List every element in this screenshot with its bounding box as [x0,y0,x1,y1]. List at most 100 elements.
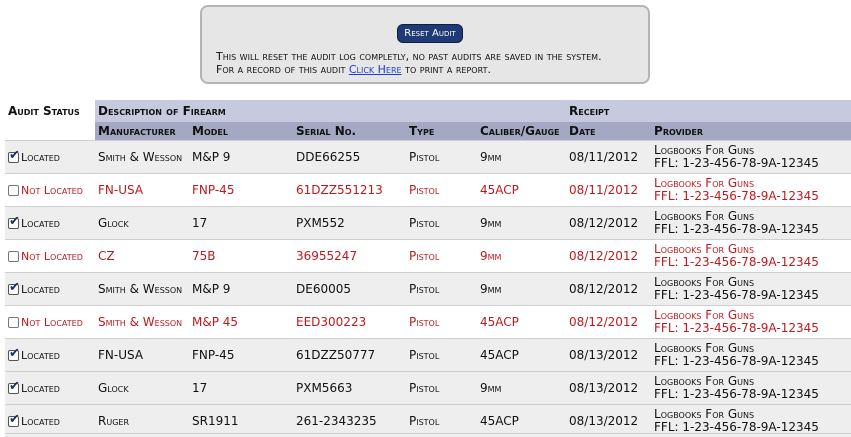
located-checkbox[interactable] [8,251,19,262]
manufacturer-cell: FN-USA [95,174,189,207]
provider-name: Logbooks For Guns [654,308,754,322]
serial-cell: EED300223 [293,306,406,339]
table-row: ✔Located Smith & Wesson M&P 9 DE60005 Pi… [5,273,851,306]
table-bottom-divider [5,433,851,434]
located-checkbox[interactable]: ✔ [8,284,19,295]
header-audit-status: Audit Status [5,100,95,141]
audit-status-cell: Not Located [5,306,95,339]
located-checkbox[interactable]: ✔ [8,350,19,361]
caliber-cell: 9mm [477,207,566,240]
type-cell: Pistol [406,273,477,306]
provider-name: Logbooks For Guns [654,176,754,190]
provider-cell: Logbooks For Guns FFL: 1-23-456-78-9A-12… [651,339,851,372]
table-row: Not Located CZ 75B 36955247 Pistol 9mm 0… [5,240,851,273]
model-cell: FNP-45 [189,174,293,207]
manufacturer-cell: Glock [95,207,189,240]
checkmark-icon: ✔ [9,149,20,162]
manufacturer-cell: Smith & Wesson [95,306,189,339]
model-cell: FNP-45 [189,339,293,372]
caliber-cell: 45ACP [477,174,566,207]
manufacturer-cell: Glock [95,372,189,405]
located-checkbox[interactable]: ✔ [8,383,19,394]
located-checkbox[interactable]: ✔ [8,218,19,229]
table-row: ✔Located Glock 17 PXM5663 Pistol 9mm 08/… [5,372,851,405]
audit-status-label: Located [21,349,60,362]
date-cell: 08/13/2012 [566,372,651,405]
model-cell: M&P 9 [189,273,293,306]
model-cell: 17 [189,207,293,240]
audit-rows: ✔Located Smith & Wesson M&P 9 DDE66255 P… [5,141,851,437]
serial-cell: 36955247 [293,240,406,273]
table-row: Not Located Smith & Wesson M&P 45 EED300… [5,306,851,339]
date-cell: 08/11/2012 [566,141,651,174]
audit-status-cell: ✔Located [5,141,95,174]
type-cell: Pistol [406,339,477,372]
located-checkbox[interactable]: ✔ [8,152,19,163]
audit-status-cell: Not Located [5,174,95,207]
checkmark-icon: ✔ [9,215,20,228]
provider-ffl: FFL: 1-23-456-78-9A-12345 [654,222,819,236]
header-row-columns: Manufacturer Model Serial No. Type Calib… [5,122,851,141]
print-report-link[interactable]: Click Here [349,63,402,76]
manufacturer-cell: Smith & Wesson [95,273,189,306]
provider-ffl: FFL: 1-23-456-78-9A-12345 [654,321,819,335]
header-provider: Provider [651,122,851,141]
manufacturer-cell: Smith & Wesson [95,141,189,174]
provider-cell: Logbooks For Guns FFL: 1-23-456-78-9A-12… [651,273,851,306]
model-cell: M&P 45 [189,306,293,339]
table-row: ✔Located Glock 17 PXM552 Pistol 9mm 08/1… [5,207,851,240]
header-serial: Serial No. [293,122,406,141]
model-cell: 75B [189,240,293,273]
checkmark-icon: ✔ [9,413,20,426]
manufacturer-cell: FN-USA [95,339,189,372]
table-row: Not Located FN-USA FNP-45 61DZZ551213 Pi… [5,174,851,207]
provider-name: Logbooks For Guns [654,143,754,157]
date-cell: 08/12/2012 [566,240,651,273]
date-cell: 08/13/2012 [566,339,651,372]
provider-cell: Logbooks For Guns FFL: 1-23-456-78-9A-12… [651,306,851,339]
type-cell: Pistol [406,240,477,273]
audit-status-label: Not Located [21,250,83,263]
manufacturer-cell: CZ [95,240,189,273]
provider-name: Logbooks For Guns [654,407,754,421]
caliber-cell: 9mm [477,372,566,405]
provider-cell: Logbooks For Guns FFL: 1-23-456-78-9A-12… [651,372,851,405]
audit-status-cell: ✔Located [5,207,95,240]
provider-ffl: FFL: 1-23-456-78-9A-12345 [654,288,819,302]
provider-cell: Logbooks For Guns FFL: 1-23-456-78-9A-12… [651,207,851,240]
type-cell: Pistol [406,306,477,339]
notice-line-1: This will reset the audit log completly,… [216,50,602,63]
caliber-cell: 9mm [477,240,566,273]
reset-audit-button[interactable]: Reset Audit [397,24,463,43]
header-date: Date [566,122,651,141]
provider-ffl: FFL: 1-23-456-78-9A-12345 [654,255,819,269]
provider-name: Logbooks For Guns [654,209,754,223]
audit-status-label: Not Located [21,316,83,329]
provider-cell: Logbooks For Guns FFL: 1-23-456-78-9A-12… [651,174,851,207]
type-cell: Pistol [406,372,477,405]
located-checkbox[interactable]: ✔ [8,416,19,427]
serial-cell: 61DZZ551213 [293,174,406,207]
provider-ffl: FFL: 1-23-456-78-9A-12345 [654,420,819,434]
serial-cell: DDE66255 [293,141,406,174]
audit-status-label: Located [21,283,60,296]
serial-cell: PXM5663 [293,372,406,405]
checkmark-icon: ✔ [9,380,20,393]
provider-cell: Logbooks For Guns FFL: 1-23-456-78-9A-12… [651,240,851,273]
provider-name: Logbooks For Guns [654,341,754,355]
date-cell: 08/12/2012 [566,306,651,339]
provider-ffl: FFL: 1-23-456-78-9A-12345 [654,156,819,170]
checkmark-icon: ✔ [9,281,20,294]
date-cell: 08/12/2012 [566,207,651,240]
notice-text: This will reset the audit log completly,… [216,50,646,76]
type-cell: Pistol [406,141,477,174]
located-checkbox[interactable] [8,185,19,196]
header-caliber: Caliber/Gauge [477,122,566,141]
provider-ffl: FFL: 1-23-456-78-9A-12345 [654,354,819,368]
header-receipt: Receipt [566,100,851,122]
model-cell: 17 [189,372,293,405]
located-checkbox[interactable] [8,317,19,328]
audit-status-cell: ✔Located [5,339,95,372]
caliber-cell: 45ACP [477,306,566,339]
audit-status-label: Located [21,415,60,428]
